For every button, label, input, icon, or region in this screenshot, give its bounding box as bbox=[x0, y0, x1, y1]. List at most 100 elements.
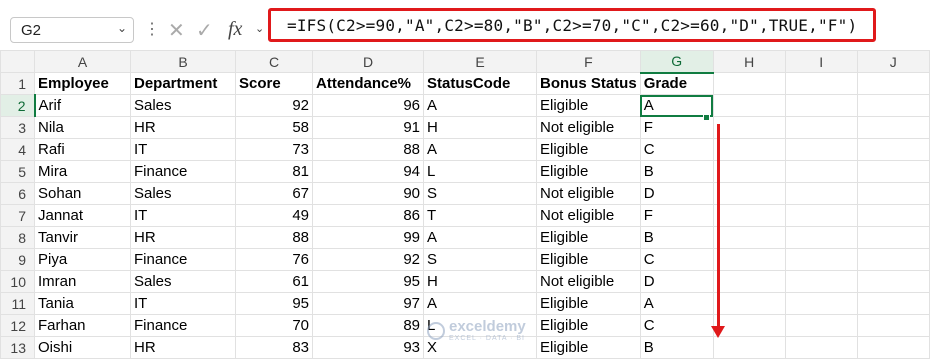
cell[interactable]: Mira bbox=[34, 160, 131, 183]
cell[interactable]: 89 bbox=[312, 314, 424, 337]
cell[interactable] bbox=[856, 292, 930, 315]
cell[interactable]: 73 bbox=[235, 138, 313, 161]
cell[interactable]: Eligible bbox=[536, 138, 641, 161]
column-header-g[interactable]: G bbox=[639, 50, 714, 74]
cell[interactable] bbox=[856, 116, 930, 139]
insert-function-icon[interactable]: fx bbox=[228, 18, 242, 41]
cancel-icon[interactable]: ✕ bbox=[168, 18, 185, 43]
cell[interactable]: 81 bbox=[235, 160, 313, 183]
column-header-j[interactable]: J bbox=[856, 50, 930, 73]
cell[interactable]: 86 bbox=[312, 204, 424, 227]
cell[interactable]: 93 bbox=[312, 336, 424, 359]
cell[interactable]: Not eligible bbox=[536, 182, 641, 205]
cell[interactable]: D bbox=[639, 270, 714, 293]
cell[interactable] bbox=[712, 160, 786, 183]
row-header[interactable]: 13 bbox=[0, 336, 35, 359]
cell[interactable]: 83 bbox=[235, 336, 313, 359]
fill-handle[interactable] bbox=[703, 114, 710, 121]
cell[interactable]: Bonus Status bbox=[536, 72, 641, 95]
cell[interactable] bbox=[712, 336, 786, 359]
cell[interactable]: Farhan bbox=[34, 314, 131, 337]
select-all-corner[interactable] bbox=[0, 50, 35, 73]
cell[interactable] bbox=[856, 138, 930, 161]
cell[interactable]: Sales bbox=[130, 270, 236, 293]
column-header-c[interactable]: C bbox=[235, 50, 313, 73]
cell[interactable]: Grade bbox=[639, 72, 714, 95]
cell[interactable] bbox=[784, 116, 858, 139]
cell[interactable] bbox=[856, 204, 930, 227]
cell[interactable]: Attendance% bbox=[312, 72, 424, 95]
row-header[interactable]: 10 bbox=[0, 270, 35, 293]
cell[interactable]: Eligible bbox=[536, 248, 641, 271]
row-header[interactable]: 1 bbox=[0, 72, 35, 95]
cell[interactable] bbox=[784, 248, 858, 271]
cell[interactable]: B bbox=[639, 336, 714, 359]
cell[interactable]: B bbox=[639, 226, 714, 249]
cell[interactable] bbox=[712, 182, 786, 205]
cell[interactable] bbox=[784, 226, 858, 249]
cell[interactable]: 95 bbox=[235, 292, 313, 315]
cell[interactable]: Jannat bbox=[34, 204, 131, 227]
cell[interactable]: 49 bbox=[235, 204, 313, 227]
cell[interactable]: Finance bbox=[130, 248, 236, 271]
cell[interactable] bbox=[856, 94, 930, 117]
formula-input[interactable]: =IFS(C2>=90,"A",C2>=80,"B",C2>=70,"C",C2… bbox=[268, 8, 876, 42]
more-options-icon[interactable]: ⋮ bbox=[144, 18, 160, 42]
cell[interactable]: A bbox=[423, 138, 537, 161]
cell[interactable] bbox=[784, 138, 858, 161]
row-header[interactable]: 11 bbox=[0, 292, 35, 315]
cell[interactable] bbox=[856, 248, 930, 271]
row-header[interactable]: 9 bbox=[0, 248, 35, 271]
cell[interactable]: Tania bbox=[34, 292, 131, 315]
cell[interactable]: A bbox=[639, 292, 714, 315]
cell[interactable] bbox=[856, 226, 930, 249]
cell[interactable] bbox=[856, 160, 930, 183]
row-header[interactable]: 7 bbox=[0, 204, 35, 227]
cell[interactable]: 92 bbox=[235, 94, 313, 117]
cell[interactable] bbox=[712, 292, 786, 315]
cell[interactable]: 88 bbox=[312, 138, 424, 161]
cell[interactable]: 58 bbox=[235, 116, 313, 139]
column-header-i[interactable]: I bbox=[784, 50, 858, 73]
cell[interactable]: 92 bbox=[312, 248, 424, 271]
cell[interactable]: 67 bbox=[235, 182, 313, 205]
cell[interactable]: IT bbox=[130, 292, 236, 315]
cell[interactable]: 70 bbox=[235, 314, 313, 337]
cell[interactable]: Department bbox=[130, 72, 236, 95]
cell[interactable] bbox=[784, 204, 858, 227]
cell[interactable]: 88 bbox=[235, 226, 313, 249]
cell[interactable]: A bbox=[423, 292, 537, 315]
cell[interactable] bbox=[856, 182, 930, 205]
column-header-h[interactable]: H bbox=[712, 50, 786, 73]
cell[interactable] bbox=[784, 160, 858, 183]
cell[interactable] bbox=[712, 138, 786, 161]
cell[interactable] bbox=[856, 72, 930, 95]
chevron-down-icon[interactable]: ⌄ bbox=[117, 21, 127, 35]
cell[interactable]: Nila bbox=[34, 116, 131, 139]
cell[interactable]: Piya bbox=[34, 248, 131, 271]
row-header[interactable]: 3 bbox=[0, 116, 35, 139]
cell[interactable]: T bbox=[423, 204, 537, 227]
column-header-a[interactable]: A bbox=[34, 50, 131, 73]
enter-check-icon[interactable]: ✓ bbox=[196, 18, 213, 43]
cell[interactable]: Sales bbox=[130, 182, 236, 205]
cell[interactable]: S bbox=[423, 248, 537, 271]
cell[interactable] bbox=[784, 314, 858, 337]
cell[interactable]: Score bbox=[235, 72, 313, 95]
row-header[interactable]: 4 bbox=[0, 138, 35, 161]
cell[interactable]: Eligible bbox=[536, 292, 641, 315]
cell[interactable]: Not eligible bbox=[536, 116, 641, 139]
cell[interactable] bbox=[784, 72, 858, 95]
cell[interactable]: Finance bbox=[130, 160, 236, 183]
cell[interactable]: HR bbox=[130, 336, 236, 359]
cell[interactable]: Eligible bbox=[536, 160, 641, 183]
cell[interactable]: Finance bbox=[130, 314, 236, 337]
cell[interactable]: A bbox=[423, 94, 537, 117]
cell[interactable]: H bbox=[423, 116, 537, 139]
cell[interactable] bbox=[712, 226, 786, 249]
cell[interactable]: C bbox=[639, 314, 714, 337]
cell[interactable]: S bbox=[423, 182, 537, 205]
cell[interactable]: StatusCode bbox=[423, 72, 537, 95]
column-header-f[interactable]: F bbox=[536, 50, 641, 73]
cell[interactable]: Eligible bbox=[536, 226, 641, 249]
